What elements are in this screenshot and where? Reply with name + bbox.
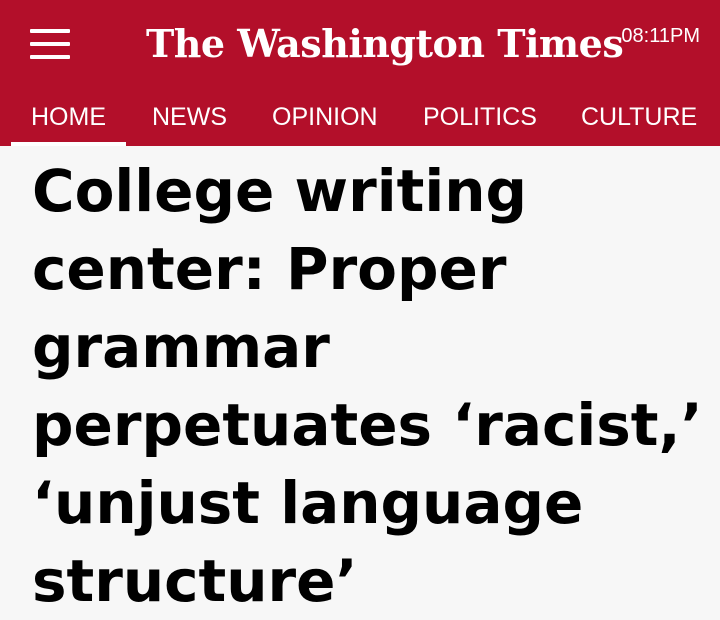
section-nav: HOME NEWS OPINION POLITICS CULTURE bbox=[0, 92, 720, 146]
site-logo[interactable]: The Washington Times bbox=[146, 14, 624, 74]
tab-home[interactable]: HOME bbox=[11, 92, 126, 146]
site-header: The Washington Times 08:11PM HOME NEWS O… bbox=[0, 0, 720, 146]
status-time: 08:11PM bbox=[621, 25, 700, 47]
hamburger-menu-icon[interactable] bbox=[30, 26, 72, 62]
tab-politics[interactable]: POLITICS bbox=[423, 92, 537, 146]
tab-news[interactable]: NEWS bbox=[152, 92, 227, 146]
article-headline: College writing center: Proper grammar p… bbox=[32, 157, 703, 615]
tab-opinion[interactable]: OPINION bbox=[272, 92, 378, 146]
tab-culture[interactable]: CULTURE bbox=[581, 92, 697, 146]
